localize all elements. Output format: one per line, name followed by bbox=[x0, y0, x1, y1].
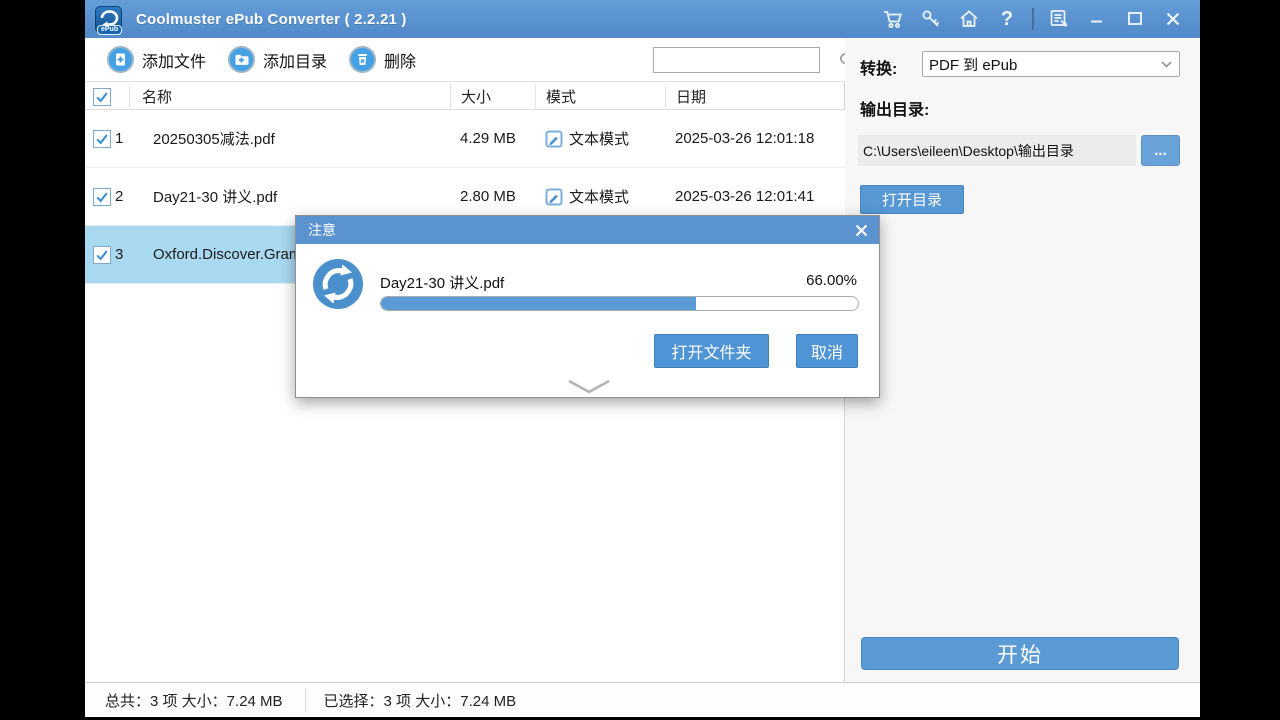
mode-label: 文本模式 bbox=[569, 186, 629, 207]
file-size: 4.29 MB bbox=[450, 130, 535, 147]
status-selected: 已选择：3 项 大小：7.24 MB bbox=[324, 690, 517, 711]
output-path-field[interactable]: C:\Users\eileen\Desktop\输出目录 bbox=[858, 135, 1136, 166]
help-icon[interactable]: ? bbox=[992, 4, 1022, 34]
cancel-button[interactable]: 取消 bbox=[796, 334, 858, 368]
window-title: Coolmuster ePub Converter ( 2.2.21 ) bbox=[136, 11, 407, 28]
row-index: 2 bbox=[115, 188, 141, 205]
chevron-down-icon bbox=[1161, 61, 1172, 68]
add-files-label: 添加文件 bbox=[142, 48, 206, 72]
add-folder-label: 添加目录 bbox=[263, 48, 327, 72]
titlebar-actions: ? bbox=[878, 4, 1200, 34]
progress-bar bbox=[380, 296, 859, 311]
file-name: 20250305减法.pdf bbox=[141, 128, 450, 149]
sync-arrows-icon bbox=[312, 258, 364, 315]
select-all-checkbox[interactable] bbox=[93, 88, 111, 106]
settings-panel: 转换: PDF 到 ePub 输出目录: C:\Users\eileen\Des… bbox=[845, 38, 1200, 682]
row-checkbox[interactable] bbox=[93, 188, 111, 206]
text-mode-icon bbox=[545, 188, 563, 206]
status-divider bbox=[305, 688, 306, 712]
browse-button[interactable]: ... bbox=[1141, 135, 1180, 166]
file-date: 2025-03-26 12:01:41 bbox=[665, 188, 845, 205]
convert-format-select[interactable]: PDF 到 ePub bbox=[922, 51, 1180, 77]
app-logo-icon: ePub bbox=[95, 6, 122, 33]
chevron-down-icon[interactable] bbox=[566, 379, 612, 400]
delete-label: 删除 bbox=[384, 48, 416, 72]
header-date[interactable]: 日期 bbox=[665, 84, 845, 109]
progress-bar-fill bbox=[381, 297, 696, 310]
header-mode[interactable]: 模式 bbox=[535, 84, 665, 109]
search-box bbox=[653, 47, 820, 73]
file-date: 2025-03-26 12:01:18 bbox=[665, 130, 845, 147]
register-icon[interactable] bbox=[1044, 4, 1074, 34]
table-row[interactable]: 1 20250305减法.pdf 4.29 MB 文本模式 2025-03-26… bbox=[85, 110, 845, 168]
open-folder-button[interactable]: 打开文件夹 bbox=[654, 334, 769, 368]
convert-label: 转换: bbox=[860, 55, 897, 79]
toolbar: 添加文件 添加目录 bbox=[85, 38, 845, 82]
file-name: Day21-30 讲义.pdf bbox=[141, 186, 450, 207]
maximize-button[interactable] bbox=[1120, 4, 1150, 34]
titlebar: ePub Coolmuster ePub Converter ( 2.2.21 … bbox=[85, 0, 1200, 38]
converting-filename: Day21-30 讲义.pdf bbox=[380, 272, 504, 293]
row-checkbox[interactable] bbox=[93, 130, 111, 148]
dialog-close-button[interactable] bbox=[854, 223, 869, 238]
row-checkbox[interactable] bbox=[93, 246, 111, 264]
screen: ePub Coolmuster ePub Converter ( 2.2.21 … bbox=[0, 0, 1280, 720]
start-button[interactable]: 开始 bbox=[861, 637, 1179, 670]
header-name[interactable]: 名称 bbox=[129, 84, 450, 109]
convert-format-value: PDF 到 ePub bbox=[923, 54, 1161, 75]
row-index: 3 bbox=[115, 246, 141, 263]
status-bar: 总共：3 项 大小：7.24 MB 已选择：3 项 大小：7.24 MB bbox=[85, 682, 1200, 717]
cart-icon[interactable] bbox=[878, 4, 908, 34]
progress-percent: 66.00% bbox=[806, 272, 857, 289]
dialog-title: 注意 bbox=[308, 220, 336, 240]
text-mode-icon bbox=[545, 130, 563, 148]
titlebar-separator bbox=[1032, 8, 1034, 30]
minimize-button[interactable] bbox=[1082, 4, 1112, 34]
delete-button[interactable]: 删除 bbox=[349, 46, 416, 73]
trash-icon bbox=[349, 46, 376, 73]
close-icon bbox=[854, 223, 869, 238]
home-icon[interactable] bbox=[954, 4, 984, 34]
folder-plus-icon bbox=[228, 46, 255, 73]
output-dir-label: 输出目录: bbox=[860, 96, 929, 120]
notice-dialog: 注意 Day21-30 讲义.pdf 66.00% 打开文件夹 取消 bbox=[295, 215, 880, 398]
close-button[interactable] bbox=[1158, 4, 1188, 34]
header-size[interactable]: 大小 bbox=[450, 84, 535, 109]
file-size: 2.80 MB bbox=[450, 188, 535, 205]
status-total: 总共：3 项 大小：7.24 MB bbox=[105, 690, 283, 711]
open-directory-button[interactable]: 打开目录 bbox=[860, 185, 964, 214]
dialog-titlebar: 注意 bbox=[296, 216, 879, 244]
search-input[interactable] bbox=[654, 49, 838, 71]
mode-label: 文本模式 bbox=[569, 128, 629, 149]
file-plus-icon bbox=[107, 46, 134, 73]
key-icon[interactable] bbox=[916, 4, 946, 34]
add-folder-button[interactable]: 添加目录 bbox=[228, 46, 327, 73]
add-files-button[interactable]: 添加文件 bbox=[107, 46, 206, 73]
row-index: 1 bbox=[115, 130, 141, 147]
table-header: 名称 大小 模式 日期 bbox=[85, 84, 845, 110]
